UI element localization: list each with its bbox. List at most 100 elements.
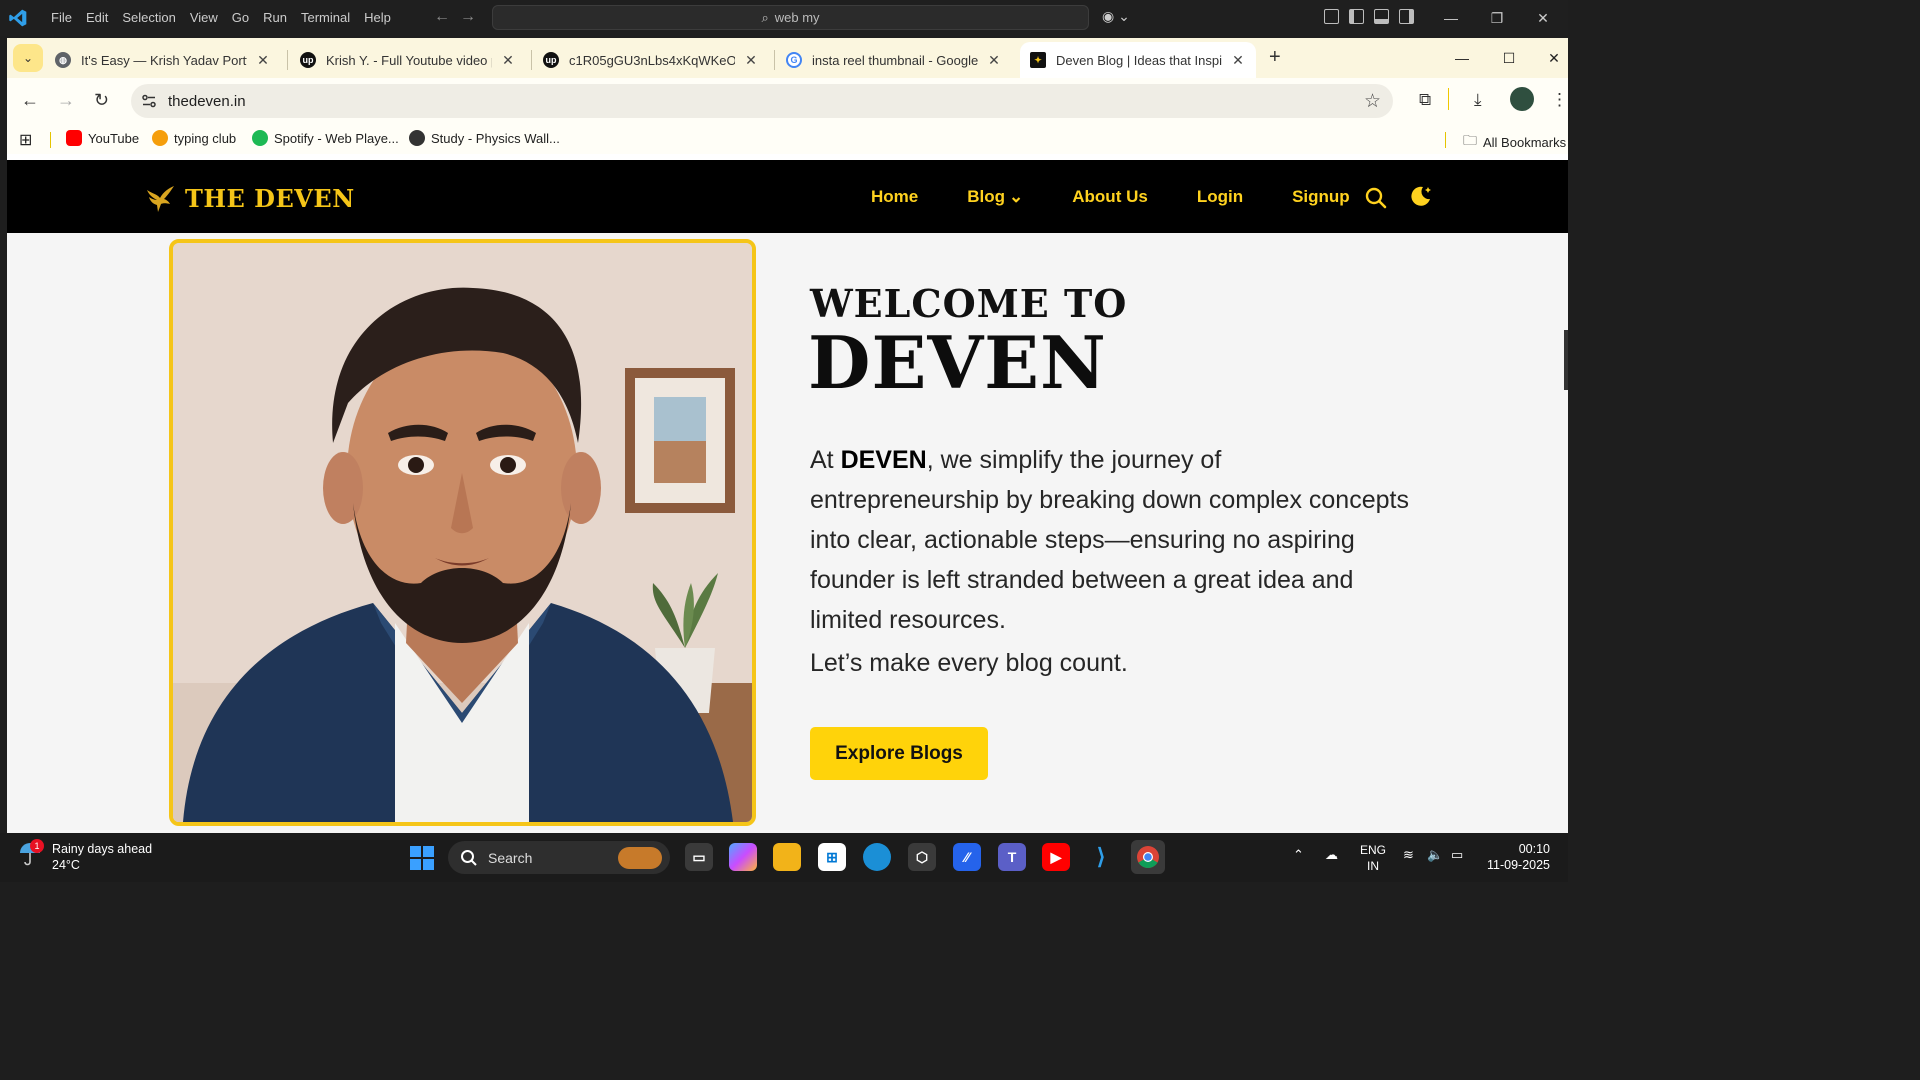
tab-separator xyxy=(774,50,775,70)
apps-grid-icon[interactable]: ⊞ xyxy=(19,130,32,150)
customize-layout-icon[interactable] xyxy=(1324,9,1339,24)
tab-portfolio[interactable]: ◍ It's Easy — Krish Yadav Portfolio ✕ xyxy=(45,42,281,78)
copilot-app-icon[interactable] xyxy=(729,843,757,871)
bookmarks-bar: ⊞ YouTube typing club Spotify - Web Play… xyxy=(7,124,1568,154)
hero-title-big: DEVEN xyxy=(808,320,1107,405)
tab-separator xyxy=(531,50,532,70)
menu-run[interactable]: Run xyxy=(256,0,294,36)
nav-login[interactable]: Login xyxy=(1197,187,1243,207)
menu-terminal[interactable]: Terminal xyxy=(294,0,357,36)
site-info-icon[interactable] xyxy=(141,93,157,109)
close-tab-icon[interactable]: ✕ xyxy=(743,52,759,69)
search-icon[interactable] xyxy=(1365,187,1387,209)
vscode-command-center[interactable]: ⌕ web my xyxy=(492,5,1089,30)
volume-icon[interactable]: 🔈 xyxy=(1427,847,1443,863)
taskbar-search[interactable]: Search xyxy=(448,841,670,874)
menu-go[interactable]: Go xyxy=(225,0,256,36)
bookmark-star-icon[interactable]: ☆ xyxy=(1364,90,1381,113)
reload-icon[interactable]: ↻ xyxy=(94,90,109,111)
language-indicator[interactable]: ENG IN xyxy=(1360,842,1386,874)
menu-selection[interactable]: Selection xyxy=(115,0,182,36)
vscode-menu-bar: File Edit Selection View Go Run Terminal… xyxy=(44,0,398,36)
hero-description: At DEVEN, we simplify the journey of ent… xyxy=(810,440,1410,640)
all-bookmarks-button[interactable]: 🗀 All Bookmarks xyxy=(1463,130,1566,154)
google-icon: G xyxy=(786,52,802,68)
chrome-taskbar-icon[interactable] xyxy=(1131,840,1165,874)
weather-widget[interactable]: 1 Rainy days ahead 24°C xyxy=(18,839,152,873)
profile-avatar[interactable] xyxy=(1510,87,1534,111)
windows-start-icon[interactable] xyxy=(410,846,434,870)
toggle-primary-sidebar-icon[interactable] xyxy=(1349,9,1364,24)
downloads-icon[interactable]: ⤓ xyxy=(1474,90,1482,110)
new-tab-icon[interactable]: + xyxy=(1269,46,1281,69)
back-arrow-icon[interactable]: ← xyxy=(434,8,450,26)
extensions-icon[interactable]: ⧉ xyxy=(1419,90,1431,110)
system-clock[interactable]: 00:10 11-09-2025 xyxy=(1486,841,1550,873)
back-icon[interactable]: ← xyxy=(21,90,39,111)
hero-description-brand: DEVEN xyxy=(840,446,927,474)
menu-file[interactable]: File xyxy=(44,0,79,36)
edge-browser-icon[interactable] xyxy=(863,843,891,871)
bookmark-youtube[interactable]: YouTube xyxy=(66,130,139,146)
wordpress-icon xyxy=(409,130,425,146)
browser-close-icon[interactable]: ✕ xyxy=(1531,42,1568,74)
tab-upwork-file[interactable]: up c1R05gGU3nLbs4xKqWKeOoZ6 ✕ xyxy=(533,42,769,78)
tab-deven-blog[interactable]: ✦ Deven Blog | Ideas that Inspire S ✕ xyxy=(1020,42,1256,78)
vscode-history-nav: ← → xyxy=(434,8,476,26)
menu-edit[interactable]: Edit xyxy=(79,0,115,36)
tab-title: Deven Blog | Ideas that Inspire S xyxy=(1056,52,1222,68)
tab-google-search[interactable]: G insta reel thumbnail - Google Se ✕ xyxy=(776,42,1012,78)
microsoft-store-icon[interactable]: ⊞ xyxy=(818,843,846,871)
tab-upwork-profile[interactable]: up Krish Y. - Full Youtube video pro ✕ xyxy=(290,42,526,78)
vscode-restore-icon[interactable]: ❐ xyxy=(1474,0,1520,36)
cursor-app-icon[interactable]: ⁄⁄ xyxy=(953,843,981,871)
close-tab-icon[interactable]: ✕ xyxy=(500,52,516,69)
nav-about-us[interactable]: About Us xyxy=(1072,187,1148,207)
tab-search-button[interactable]: ⌄ xyxy=(13,44,43,72)
copilot-icon[interactable]: ◉ ⌄ xyxy=(1102,8,1130,25)
toggle-secondary-sidebar-icon[interactable] xyxy=(1399,9,1414,24)
address-bar[interactable]: thedeven.in ☆ xyxy=(131,84,1393,118)
forward-arrow-icon[interactable]: → xyxy=(460,8,476,26)
site-brand[interactable]: THE DEVEN xyxy=(145,182,355,214)
explore-blogs-button[interactable]: Explore Blogs xyxy=(810,727,988,780)
task-view-icon[interactable]: ▭ xyxy=(685,843,713,871)
toggle-panel-icon[interactable] xyxy=(1374,9,1389,24)
bookmark-typing-club[interactable]: typing club xyxy=(152,130,236,146)
close-tab-icon[interactable]: ✕ xyxy=(255,52,271,69)
page-scrollbar[interactable] xyxy=(1564,330,1568,390)
onedrive-icon[interactable]: ☁ xyxy=(1325,847,1338,863)
close-tab-icon[interactable]: ✕ xyxy=(986,52,1002,69)
forward-icon[interactable]: → xyxy=(57,90,75,111)
vscode-taskbar-icon[interactable]: ⟩ xyxy=(1087,843,1115,871)
nav-signup[interactable]: Signup xyxy=(1292,187,1350,207)
vscode-logo-icon[interactable] xyxy=(8,8,28,28)
app-cube-icon[interactable]: ⬡ xyxy=(908,843,936,871)
youtube-app-icon[interactable]: ▶ xyxy=(1042,843,1070,871)
taskbar-search-placeholder: Search xyxy=(488,849,533,866)
wifi-icon[interactable]: ≋ xyxy=(1403,847,1414,863)
menu-view[interactable]: View xyxy=(183,0,225,36)
battery-icon[interactable]: ▭ xyxy=(1451,847,1463,863)
dark-mode-moon-icon[interactable] xyxy=(1409,184,1433,208)
show-hidden-icons[interactable]: ⌃ xyxy=(1293,847,1304,863)
tab-title: c1R05gGU3nLbs4xKqWKeOoZ6 xyxy=(569,52,735,68)
bookmark-spotify[interactable]: Spotify - Web Playe... xyxy=(252,130,399,146)
browser-maximize-icon[interactable]: ☐ xyxy=(1486,42,1532,74)
site-nav-links: Home Blog ⌄ About Us Login Signup xyxy=(871,187,1399,207)
vscode-close-icon[interactable]: ✕ xyxy=(1520,0,1566,36)
teams-icon[interactable]: T xyxy=(998,843,1026,871)
nav-home[interactable]: Home xyxy=(871,187,918,207)
toolbar-divider xyxy=(1448,88,1449,110)
file-explorer-icon[interactable] xyxy=(773,843,801,871)
nav-blog[interactable]: Blog ⌄ xyxy=(967,187,1023,207)
bookmark-study[interactable]: Study - Physics Wall... xyxy=(409,130,560,146)
bookmark-label: Spotify - Web Playe... xyxy=(274,130,399,146)
vscode-minimize-icon[interactable]: — xyxy=(1428,0,1474,36)
more-menu-icon[interactable]: ⋮ xyxy=(1551,90,1568,110)
browser-minimize-icon[interactable]: — xyxy=(1439,42,1485,74)
bookmark-divider xyxy=(1445,132,1446,148)
menu-help[interactable]: Help xyxy=(357,0,398,36)
vscode-title-bar: File Edit Selection View Go Run Terminal… xyxy=(0,0,1568,36)
close-tab-icon[interactable]: ✕ xyxy=(1230,52,1246,69)
